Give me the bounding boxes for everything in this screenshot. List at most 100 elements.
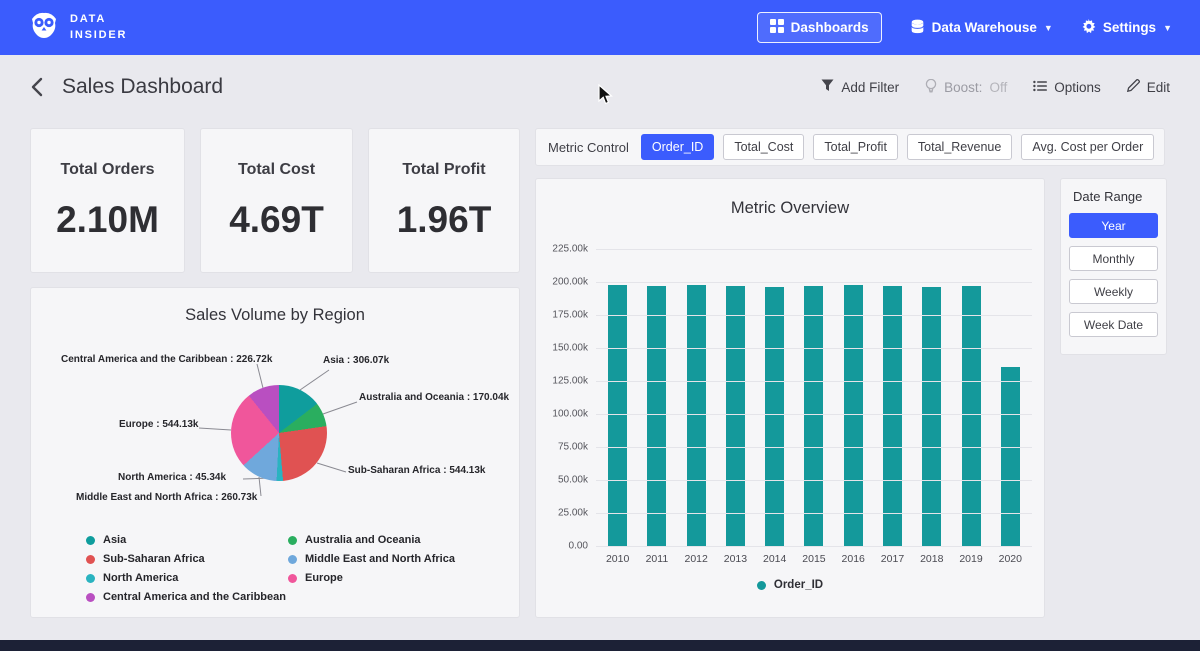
y-tick-label: 100.00k [552,409,588,420]
gear-icon [1081,19,1096,37]
data-warehouse-menu[interactable]: Data Warehouse ▼ [910,19,1053,37]
metric-button-order-id[interactable]: Order_ID [641,134,714,160]
dashboards-button[interactable]: Dashboards [757,12,882,43]
pie-callout-australia: Australia and Oceania : 170.04k [359,392,509,403]
bar-chart-legend[interactable]: Order_ID [536,579,1044,591]
page-title: Sales Dashboard [62,75,223,99]
bar-2020[interactable] [1001,367,1020,546]
page: DATA INSIDER Dashboards [0,0,1200,651]
y-tick-label: 175.00k [552,309,588,320]
metric-button-total-profit[interactable]: Total_Profit [813,134,898,160]
bars-row: 2010201120122013201420152016201720182019… [596,249,1032,546]
gridline [596,480,1032,481]
pie-legend-column-1: Asia Sub-Saharan Africa North America Ce… [86,534,288,603]
bar-column: 2018 [922,249,942,546]
bar-column: 2011 [647,249,667,546]
bar-2019[interactable] [962,286,981,546]
legend-label: Asia [103,534,126,546]
gridline [596,513,1032,514]
pie-legend-item-sub-saharan-africa[interactable]: Sub-Saharan Africa [86,553,288,565]
chevron-down-icon: ▼ [1163,23,1172,33]
pie-callout-middle-east: Middle East and North Africa : 260.73k [76,492,257,503]
chart-title: Metric Overview [536,199,1044,218]
x-tick-label: 2013 [724,553,747,565]
legend-label: North America [103,572,178,584]
bar-2016[interactable] [844,285,863,546]
x-tick-label: 2016 [842,553,865,565]
bar-2012[interactable] [687,285,706,546]
y-tick-label: 150.00k [552,343,588,354]
pie-legend-item-australia[interactable]: Australia and Oceania [288,534,455,546]
legend-dot [288,536,297,545]
filter-funnel-icon [821,79,834,95]
pie-callout-asia: Asia : 306.07k [323,355,389,366]
date-button-weekly[interactable]: Weekly [1069,279,1158,304]
bottom-bar [0,640,1200,651]
pie-callout-sub-saharan: Sub-Saharan Africa : 544.13k [348,465,485,476]
pie-legend-item-north-america[interactable]: North America [86,572,288,584]
boost-toggle[interactable]: Boost: Off [925,79,1007,96]
back-button[interactable] [30,77,44,97]
kpi-label: Total Profit [402,161,485,179]
date-button-week-date[interactable]: Week Date [1069,312,1158,337]
gridline [596,315,1032,316]
options-button[interactable]: Options [1033,80,1101,95]
legend-dot [86,574,95,583]
bar-2011[interactable] [647,286,666,546]
x-tick-label: 2012 [684,553,707,565]
date-button-year[interactable]: Year [1069,213,1158,238]
bar-2018[interactable] [922,287,941,547]
dashboard-header: Sales Dashboard Add Filter Boost: Off [0,55,1200,119]
pie-callout-north-america: North America : 45.34k [118,472,226,483]
gridline [596,546,1032,547]
boost-state: Off [989,80,1007,95]
date-range-label: Date Range [1073,189,1158,204]
metric-control-label: Metric Control [548,140,629,155]
bar-grid: 2010201120122013201420152016201720182019… [596,249,1032,546]
boost-label: Boost: [944,80,982,95]
metric-button-total-revenue[interactable]: Total_Revenue [907,134,1012,160]
x-tick-label: 2010 [606,553,629,565]
pie-legend: Asia Sub-Saharan Africa North America Ce… [86,534,455,603]
pie-legend-item-central-america[interactable]: Central America and the Caribbean [86,591,288,603]
options-list-icon [1033,80,1047,95]
pie-legend-item-asia[interactable]: Asia [86,534,288,546]
edit-button[interactable]: Edit [1127,79,1170,95]
bar-column: 2017 [882,249,902,546]
bar-2013[interactable] [726,286,745,546]
y-axis-labels: 225.00k200.00k175.00k150.00k125.00k100.0… [536,249,588,546]
legend-label: Middle East and North Africa [305,553,455,565]
date-range-panel: Date Range Year Monthly Weekly Week Date [1060,178,1167,355]
settings-label: Settings [1103,20,1156,35]
gridline [596,249,1032,250]
y-tick-label: 0.00 [569,541,588,552]
x-tick-label: 2017 [881,553,904,565]
sales-volume-pie-card: Sales Volume by Region Central America a… [30,287,520,618]
date-button-monthly[interactable]: Monthly [1069,246,1158,271]
legend-label: Central America and the Caribbean [103,591,286,603]
gridline [596,348,1032,349]
edit-label: Edit [1147,80,1170,95]
pencil-icon [1127,79,1140,95]
bar-2017[interactable] [883,286,902,546]
x-tick-label: 2018 [920,553,943,565]
bar-2014[interactable] [765,287,784,546]
brand-line-1: DATA [70,12,127,27]
bar-2010[interactable] [608,285,627,546]
bar-2015[interactable] [804,286,823,546]
metric-button-avg-cost-per-order[interactable]: Avg. Cost per Order [1021,134,1154,160]
x-tick-label: 2020 [999,553,1022,565]
gridline [596,282,1032,283]
pie-legend-item-europe[interactable]: Europe [288,572,455,584]
legend-dot [757,581,766,590]
pie-legend-item-middle-east[interactable]: Middle East and North Africa [288,553,455,565]
dashboards-grid-icon [770,19,784,36]
owl-logo-icon [28,9,60,46]
y-tick-label: 25.00k [558,507,588,518]
add-filter-button[interactable]: Add Filter [821,79,899,95]
pie-legend-column-2: Australia and Oceania Middle East and No… [288,534,455,603]
settings-menu[interactable]: Settings ▼ [1081,19,1172,37]
metric-button-total-cost[interactable]: Total_Cost [723,134,804,160]
y-tick-label: 200.00k [552,276,588,287]
pie-chart[interactable] [231,385,327,481]
